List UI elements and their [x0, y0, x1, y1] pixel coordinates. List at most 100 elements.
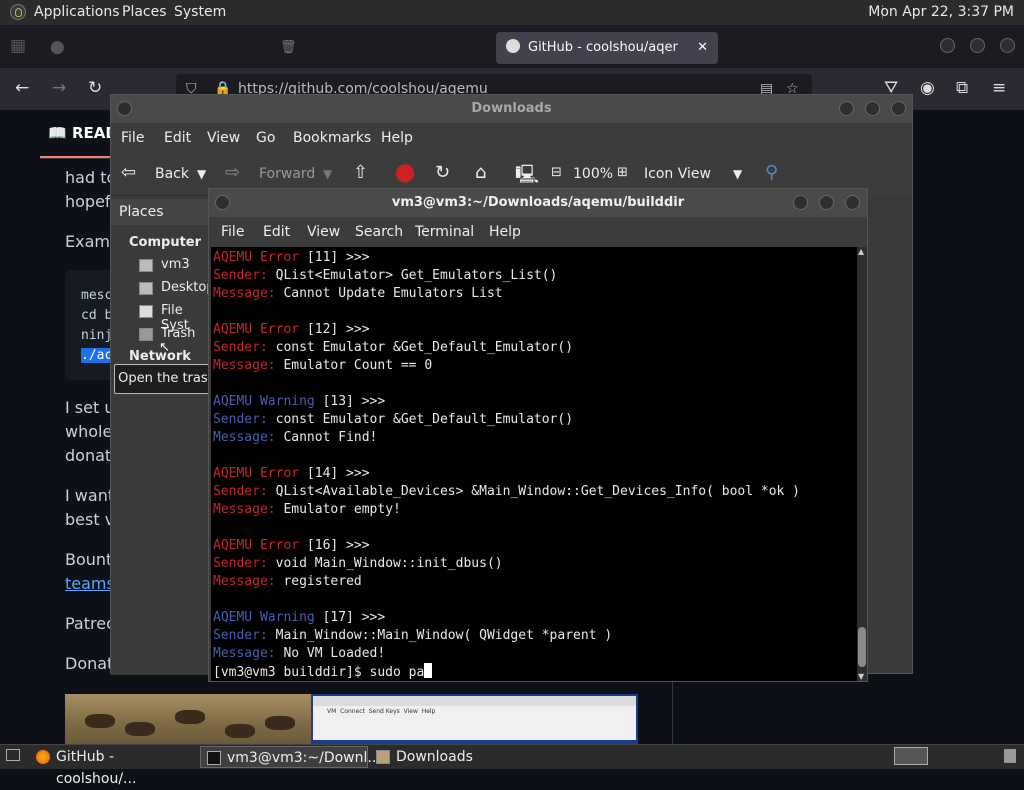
code-line: ninj	[81, 328, 113, 343]
close-button[interactable]	[891, 101, 906, 116]
sidebar-item-vm3[interactable]: vm3	[161, 257, 190, 272]
clock[interactable]: Mon Apr 22, 3:37 PM	[868, 4, 1014, 20]
sidebar-item-desktop[interactable]: Desktop	[161, 280, 215, 295]
applications-logo-icon[interactable]	[10, 4, 26, 20]
tab-list-icon[interactable]: ▦	[10, 36, 26, 56]
home-icon[interactable]: ⌂	[475, 162, 486, 183]
reload-icon[interactable]: ↻	[88, 78, 102, 98]
window-menu-icon[interactable]	[215, 195, 230, 210]
show-desktop-icon[interactable]	[6, 749, 20, 761]
terminal-titlebar[interactable]: vm3@vm3:~/Downloads/aqemu/builddir	[209, 189, 867, 217]
maximize-button[interactable]	[819, 195, 834, 210]
ff-minimize-button[interactable]	[940, 38, 955, 53]
stop-icon[interactable]: ⬤	[395, 162, 415, 183]
view-mode-dropdown-icon[interactable]: ▼	[733, 167, 742, 181]
maximize-button[interactable]	[865, 101, 880, 116]
scroll-down-icon[interactable]: ▼	[858, 672, 864, 681]
ff-close-button[interactable]	[1000, 38, 1015, 53]
menu-file[interactable]: File	[121, 130, 144, 146]
workspace-switcher[interactable]	[894, 747, 928, 765]
back-button[interactable]: Back	[155, 166, 189, 182]
log-header: AQEMU Warning [13] >>>	[213, 393, 385, 411]
folder-icon	[376, 750, 390, 764]
forward-dropdown-icon[interactable]: ▼	[323, 167, 332, 181]
forward-arrow-icon[interactable]: →	[52, 78, 66, 98]
background-tab[interactable]: ⬤	[50, 32, 140, 64]
menu-file[interactable]: File	[221, 224, 244, 240]
terminal-scrollbar[interactable]: ▲ ▼	[857, 247, 867, 681]
taskbar-item-downloads[interactable]: Downloads	[370, 746, 538, 768]
taskbar-item-terminal[interactable]: vm3@vm3:~/Downl...	[200, 746, 381, 768]
terminal-menubar: File Edit View Search Terminal Help	[209, 217, 867, 247]
menu-edit[interactable]: Edit	[263, 224, 290, 240]
back-arrow-icon[interactable]: ←	[15, 78, 29, 98]
terminal-output[interactable]: AQEMU Error [11] >>> Sender: QList<Emulat…	[211, 247, 857, 681]
sidebar-item-trash[interactable]: Trash	[161, 326, 195, 341]
close-tab-icon[interactable]: ✕	[697, 32, 708, 64]
log-sender: Sender: Main_Window::Main_Window( QWidge…	[213, 627, 612, 645]
trash-applet-icon[interactable]	[1004, 749, 1016, 763]
window-menu-icon[interactable]	[117, 101, 132, 116]
reload-icon[interactable]: ↻	[435, 162, 450, 183]
firefox-icon	[36, 750, 50, 764]
github-icon	[506, 39, 520, 53]
search-icon[interactable]: ⚲	[765, 162, 778, 183]
forward-button[interactable]: Forward	[259, 166, 315, 182]
log-header: AQEMU Error [14] >>>	[213, 465, 370, 483]
taskbar-item-firefox[interactable]: GitHub - coolshou/...	[30, 746, 198, 787]
taskbar-label: vm3@vm3:~/Downl...	[227, 750, 381, 766]
log-number: [16] >>>	[299, 538, 370, 553]
back-arrow-icon[interactable]: ⇦	[121, 162, 136, 183]
log-number: [13] >>>	[314, 394, 386, 409]
close-button[interactable]	[845, 195, 860, 210]
menu-help[interactable]: Help	[381, 130, 413, 146]
sender-label: Sender:	[213, 484, 276, 499]
message-label: Message:	[213, 358, 284, 373]
tab-github[interactable]: GitHub - coolshou/aqemu ✕	[496, 32, 718, 64]
log-message: Message: No VM Loaded!	[213, 645, 385, 663]
minimize-button[interactable]	[839, 101, 854, 116]
view-mode-select[interactable]: Icon View	[644, 166, 711, 182]
background-tab-icon[interactable]: 🗑	[280, 32, 297, 64]
zoom-out-icon[interactable]: ⊟	[551, 165, 562, 180]
menu-go[interactable]: Go	[256, 130, 275, 146]
extensions-icon[interactable]: ⧉	[956, 78, 968, 98]
menu-view[interactable]: View	[207, 130, 240, 146]
account-icon[interactable]: ◉	[920, 78, 935, 98]
scroll-up-icon[interactable]: ▲	[858, 247, 864, 256]
log-header: AQEMU Error [16] >>>	[213, 537, 370, 555]
message-value: Cannot Update Emulators List	[283, 286, 503, 301]
paragraph-text: Patreo	[65, 614, 116, 633]
up-arrow-icon[interactable]: ⇧	[353, 162, 368, 183]
log-number: [14] >>>	[299, 466, 370, 481]
menu-edit[interactable]: Edit	[164, 130, 191, 146]
places-header[interactable]: Places	[111, 199, 211, 225]
places-menu[interactable]: Places	[122, 4, 167, 20]
paragraph-text: whole	[65, 422, 113, 441]
sender-label: Sender:	[213, 412, 276, 427]
message-value: Cannot Find!	[283, 430, 378, 445]
scroll-thumb[interactable]	[858, 627, 866, 667]
applications-menu[interactable]: Applications	[34, 4, 120, 20]
ff-maximize-button[interactable]	[970, 38, 985, 53]
minimize-button[interactable]	[793, 195, 808, 210]
menu-terminal[interactable]: Terminal	[415, 224, 474, 240]
hamburger-menu-icon[interactable]: ≡	[992, 78, 1006, 98]
system-menu[interactable]: System	[174, 4, 226, 20]
downloads-titlebar[interactable]: Downloads	[111, 95, 912, 123]
log-message: Message: Emulator Count == 0	[213, 357, 432, 375]
log-message: Message: Emulator empty!	[213, 501, 401, 519]
back-dropdown-icon[interactable]: ▼	[197, 167, 206, 181]
menu-bookmarks[interactable]: Bookmarks	[293, 130, 371, 146]
menu-view[interactable]: View	[307, 224, 340, 240]
message-label: Message:	[213, 502, 284, 517]
menu-search[interactable]: Search	[355, 224, 403, 240]
log-header: AQEMU Error [12] >>>	[213, 321, 370, 339]
forward-arrow-icon[interactable]: ⇨	[225, 162, 240, 183]
menu-help[interactable]: Help	[489, 224, 521, 240]
top-panel: Applications Places System Mon Apr 22, 3…	[0, 0, 1024, 26]
zoom-in-icon[interactable]: ⊞	[617, 165, 628, 180]
zoom-level[interactable]: 100%	[573, 166, 613, 182]
log-sender: Sender: void Main_Window::init_dbus()	[213, 555, 503, 573]
shell-prompt[interactable]: [vm3@vm3 builddir]$ sudo pa	[213, 663, 433, 681]
